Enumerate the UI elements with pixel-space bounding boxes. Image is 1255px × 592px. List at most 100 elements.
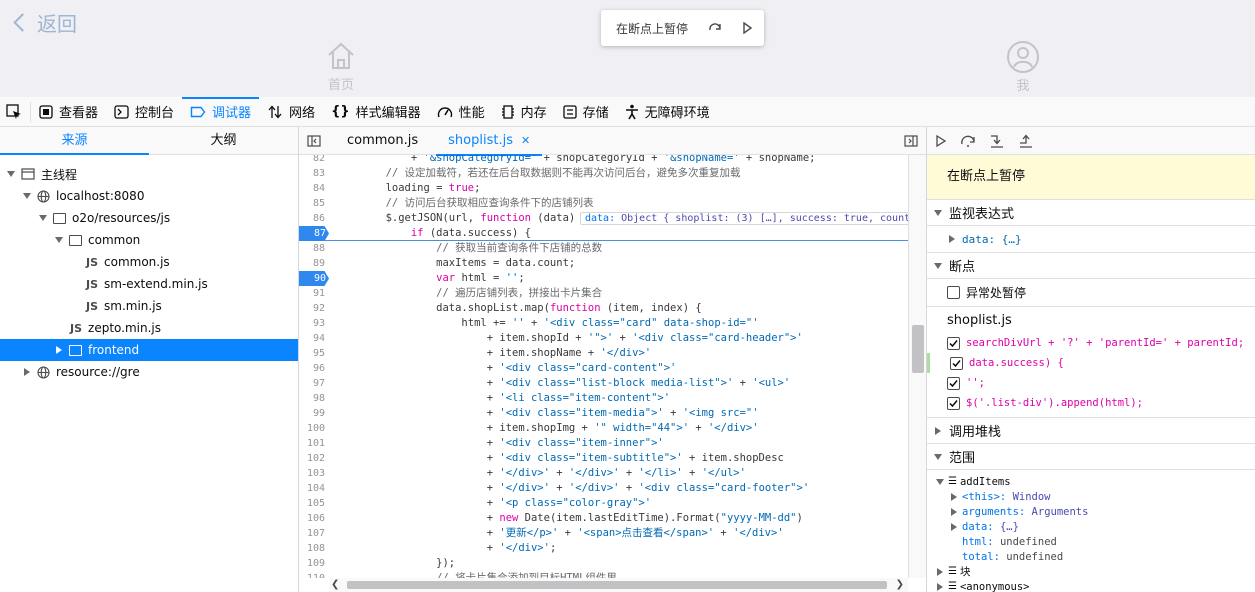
scope-variable[interactable]: html: undefined — [927, 534, 1255, 549]
tool-storage[interactable]: 存储 — [555, 97, 617, 127]
line-number[interactable]: 98 — [299, 391, 325, 406]
checkbox[interactable] — [947, 286, 960, 299]
code-line[interactable]: 84 loading = true; — [299, 181, 908, 196]
breakpoint-item[interactable]: searchDivUrl + '?' + 'parentId=' + paren… — [927, 333, 1255, 353]
line-number[interactable]: 90 — [299, 271, 329, 286]
code-line[interactable]: 95 + item.shopName + '</div>' — [299, 346, 908, 361]
line-number[interactable]: 102 — [299, 451, 325, 466]
scope-variable[interactable]: total: undefined — [927, 549, 1255, 564]
code-line[interactable]: 96 + '<div class="card-content">' — [299, 361, 908, 376]
resume-button[interactable] — [935, 134, 947, 147]
code-line[interactable]: 89 maxItems = data.count; — [299, 256, 908, 271]
scope-variable[interactable]: arguments: Arguments — [927, 504, 1255, 519]
line-number[interactable]: 105 — [299, 496, 325, 511]
breakpoints-section-header[interactable]: 断点 — [927, 253, 1255, 279]
code-line[interactable]: 107 + '更新</p>' + '<span>点击查看</span>' + '… — [299, 526, 908, 541]
line-number[interactable]: 100 — [299, 421, 325, 436]
line-number[interactable]: 82 — [299, 155, 325, 166]
code-line[interactable]: 102 + '<div class="item-subtitle">' + it… — [299, 451, 908, 466]
watch-expression-row[interactable]: data: {…} — [927, 226, 1255, 253]
element-picker-button[interactable] — [0, 101, 31, 122]
line-number[interactable]: 99 — [299, 406, 325, 421]
code-line[interactable]: 86 $.getJSON(url, function (data) {data:… — [299, 211, 908, 226]
breakpoint-item[interactable]: data.success) { — [927, 353, 1255, 373]
tree-item-file[interactable]: JS sm-extend.min.js — [0, 273, 298, 295]
scope-variable[interactable]: <this>: Window — [927, 489, 1255, 504]
scope-variable[interactable]: data: {…} — [927, 519, 1255, 534]
tab-home[interactable]: 首页 — [325, 40, 357, 93]
tool-console[interactable]: 控制台 — [106, 97, 182, 127]
code-line[interactable]: 99 + '<div class="item-media">' + '<img … — [299, 406, 908, 421]
code-line[interactable]: 104 + '</div>' + '</div>' + '<div class=… — [299, 481, 908, 496]
inline-preview[interactable]: data: Object { shoplist: (3) […], succes… — [580, 212, 908, 225]
code-line[interactable]: 85 // 访问后台获取相应查询条件下的店铺列表 — [299, 196, 908, 211]
tool-network[interactable]: 网络 — [259, 97, 323, 127]
scope-block[interactable]: ☰ 块 — [927, 564, 1255, 579]
checkbox-checked[interactable] — [947, 376, 960, 390]
scope-block[interactable]: ☰ <anonymous> — [927, 579, 1255, 592]
line-number[interactable]: 86 — [299, 211, 325, 226]
toggle-sources-button[interactable] — [307, 134, 321, 147]
line-number[interactable]: 85 — [299, 196, 325, 211]
close-icon[interactable]: ✕ — [521, 134, 530, 147]
code-line[interactable]: 108 + '</div>'; — [299, 541, 908, 556]
code-line-breakpoint[interactable]: 90 var html = ''; — [299, 271, 908, 286]
line-number[interactable]: 109 — [299, 556, 325, 571]
editor-tab-common[interactable]: common.js — [335, 127, 430, 155]
code-line[interactable]: 106 + new Date(item.lastEditTime).Format… — [299, 511, 908, 526]
code-line[interactable]: 88 // 获取当前查询条件下店铺的总数 — [299, 241, 908, 256]
tab-me[interactable]: 我 — [1006, 40, 1040, 94]
tree-item-file[interactable]: JS sm.min.js — [0, 295, 298, 317]
code-line[interactable]: 105 + '<p class="color-gray">' — [299, 496, 908, 511]
code-line[interactable]: 91 // 遍历店铺列表，拼接出卡片集合 — [299, 286, 908, 301]
code-line[interactable]: 101 + '<div class="item-inner">' — [299, 436, 908, 451]
checkbox-checked[interactable] — [947, 396, 960, 410]
code-line[interactable]: 94 + item.shopId + '">' + '<div class="c… — [299, 331, 908, 346]
line-number[interactable]: 96 — [299, 361, 325, 376]
line-number[interactable]: 83 — [299, 166, 325, 181]
scope-section-header[interactable]: 范围 — [927, 444, 1255, 470]
editor-tab-shoplist[interactable]: shoplist.js ✕ — [436, 127, 543, 156]
line-number[interactable]: 108 — [299, 541, 325, 556]
tab-outline[interactable]: 大纲 — [149, 127, 298, 154]
tool-debugger[interactable]: 调试器 — [182, 96, 260, 127]
line-number[interactable]: 95 — [299, 346, 325, 361]
line-number[interactable]: 97 — [299, 376, 325, 391]
scroll-right-icon[interactable]: ❯ — [896, 579, 904, 590]
line-number[interactable]: 92 — [299, 301, 325, 316]
code-line[interactable]: 109 }); — [299, 556, 908, 571]
scroll-left-icon[interactable]: ❮ — [331, 579, 339, 590]
tool-style-editor[interactable]: {} 样式编辑器 — [323, 97, 429, 127]
tool-memory[interactable]: 内存 — [493, 97, 555, 127]
line-number[interactable]: 106 — [299, 511, 325, 526]
tree-item-folder[interactable]: common — [0, 229, 298, 251]
code-line[interactable]: 83 // 设定加载符，若还在后台取数据则不能再次访问后台，避免多次重复加载 — [299, 166, 908, 181]
toggle-debugger-sidebar-button[interactable] — [904, 135, 918, 147]
tool-accessibility[interactable]: 无障碍环境 — [617, 97, 718, 127]
code-line[interactable]: 93 html += '' + '<div class="card" data-… — [299, 316, 908, 331]
line-number[interactable]: 91 — [299, 286, 325, 301]
back-button[interactable]: 返回 — [8, 8, 77, 37]
tool-performance[interactable]: 性能 — [429, 97, 493, 127]
tree-item-folder-selected[interactable]: frontend — [0, 339, 298, 361]
resume-button[interactable] — [739, 20, 755, 36]
line-number[interactable]: 88 — [299, 241, 325, 256]
breakpoint-item[interactable]: $('.list-div').append(html); — [927, 393, 1255, 413]
line-number[interactable]: 94 — [299, 331, 325, 346]
line-number[interactable]: 103 — [299, 466, 325, 481]
vertical-scrollbar[interactable] — [908, 155, 926, 578]
tab-sources[interactable]: 来源 — [0, 127, 149, 155]
line-number[interactable]: 107 — [299, 526, 325, 541]
line-number[interactable]: 110 — [299, 571, 325, 578]
code-line[interactable]: 97 + '<div class="list-block media-list"… — [299, 376, 908, 391]
code-line[interactable]: 82 + '&shopCategoryId=' + shopCategoryId… — [299, 155, 908, 166]
line-number[interactable]: 93 — [299, 316, 325, 331]
tool-inspector[interactable]: 查看器 — [31, 97, 106, 127]
tree-item-domain[interactable]: resource://gre — [0, 361, 298, 383]
line-number[interactable]: 84 — [299, 181, 325, 196]
line-number[interactable]: 101 — [299, 436, 325, 451]
code-view[interactable]: 82 + '&shopCategoryId=' + shopCategoryId… — [299, 155, 908, 578]
tree-item-file[interactable]: JS zepto.min.js — [0, 317, 298, 339]
scrollbar-thumb[interactable] — [912, 325, 924, 373]
scrollbar-thumb[interactable] — [347, 581, 887, 589]
